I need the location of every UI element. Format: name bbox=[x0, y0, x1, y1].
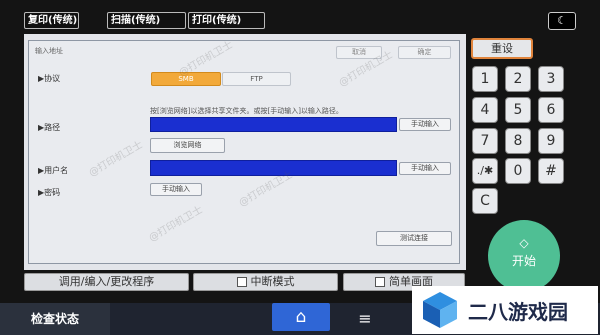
menu-icon: ≡ bbox=[358, 309, 372, 328]
ok-button[interactable]: 确定 bbox=[398, 46, 451, 59]
password-manual-input-button[interactable]: 手动输入 bbox=[150, 183, 202, 196]
checkbox-icon bbox=[375, 277, 385, 287]
program-button[interactable]: 调用/编入/更改程序 bbox=[24, 273, 189, 291]
site-logo: 二八游戏园 bbox=[412, 286, 598, 334]
start-button[interactable]: ◇ 开始 bbox=[488, 220, 560, 292]
reset-button[interactable]: 重设 bbox=[471, 38, 533, 59]
key-hash[interactable]: # bbox=[538, 158, 564, 184]
key-7[interactable]: 7 bbox=[472, 128, 498, 154]
username-label: ▶用户名 bbox=[38, 166, 69, 175]
test-connection-button[interactable]: 测试连接 bbox=[376, 231, 452, 246]
key-2[interactable]: 2 bbox=[505, 66, 531, 92]
key-6[interactable]: 6 bbox=[538, 97, 564, 123]
night-mode-button[interactable]: ☾ bbox=[548, 12, 576, 30]
tab-print-legacy[interactable]: 打印(传统) bbox=[188, 12, 265, 29]
key-5[interactable]: 5 bbox=[505, 97, 531, 123]
home-button[interactable]: ⌂ bbox=[272, 303, 330, 331]
key-4[interactable]: 4 bbox=[472, 97, 498, 123]
start-label: 开始 bbox=[511, 254, 536, 268]
browse-network-button[interactable]: 浏览网络 bbox=[150, 138, 225, 153]
protocol-ftp-button[interactable]: FTP bbox=[222, 72, 291, 86]
protocol-label: ▶协议 bbox=[38, 74, 61, 83]
moon-icon: ☾ bbox=[557, 14, 567, 27]
path-manual-input-button[interactable]: 手动输入 bbox=[399, 118, 451, 131]
tab-copy-legacy[interactable]: 复印(传统) bbox=[24, 12, 79, 29]
key-1[interactable]: 1 bbox=[472, 66, 498, 92]
password-label: ▶密码 bbox=[38, 188, 61, 197]
menu-button[interactable]: ≡ bbox=[340, 303, 390, 335]
home-icon: ⌂ bbox=[295, 307, 307, 327]
logo-cube-icon bbox=[423, 292, 457, 328]
path-input[interactable] bbox=[150, 117, 397, 132]
checkbox-icon bbox=[236, 277, 247, 287]
diamond-start-icon: ◇ bbox=[519, 236, 529, 250]
tab-scan-legacy[interactable]: 扫描(传统) bbox=[107, 12, 186, 29]
key-9[interactable]: 9 bbox=[538, 128, 564, 154]
interrupt-label: 中断模式 bbox=[250, 275, 295, 288]
key-3[interactable]: 3 bbox=[538, 66, 564, 92]
check-status-button[interactable]: 检查状态 bbox=[0, 303, 110, 335]
key-dot-star[interactable]: .∕✱ bbox=[472, 158, 498, 184]
logo-text: 二八游戏园 bbox=[468, 300, 568, 324]
instruction-text: 按[浏览网络]以选择共享文件夹。或按[手动输入]以输入路径。 bbox=[150, 107, 343, 115]
key-clear[interactable]: C bbox=[472, 188, 498, 214]
key-8[interactable]: 8 bbox=[505, 128, 531, 154]
path-label: ▶路径 bbox=[38, 123, 61, 132]
interrupt-mode-button[interactable]: 中断模式 bbox=[193, 273, 338, 291]
dialog-title: 输入地址 bbox=[35, 47, 63, 55]
key-0[interactable]: 0 bbox=[505, 158, 531, 184]
username-manual-input-button[interactable]: 手动输入 bbox=[399, 162, 451, 175]
